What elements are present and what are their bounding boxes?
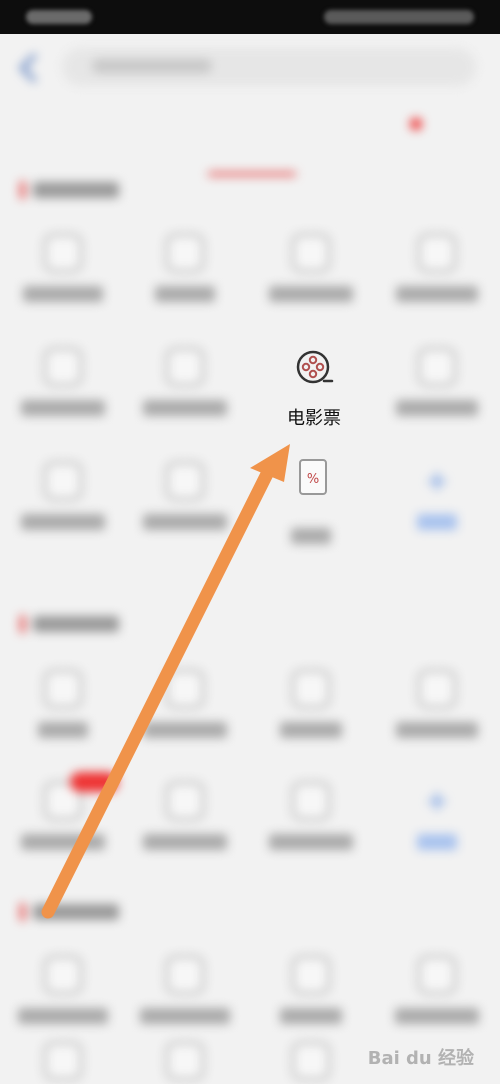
tab-2[interactable]: [106, 124, 170, 160]
tab-5[interactable]: [450, 124, 500, 160]
svg-text:%: %: [307, 472, 319, 487]
movie-ticket-button[interactable]: 电影票: [262, 348, 366, 438]
section-2-head: [20, 612, 119, 642]
grid-item[interactable]: [256, 514, 366, 604]
grid-item[interactable]: [8, 234, 118, 324]
grid-item[interactable]: [8, 956, 118, 1046]
status-bar: [0, 0, 500, 34]
grid-item[interactable]: [8, 1042, 118, 1084]
tab-notification-dot: [410, 118, 422, 130]
section-1-head: [20, 178, 119, 208]
percent-icon[interactable]: %: [298, 458, 328, 498]
grid-item[interactable]: [382, 670, 492, 760]
active-tab-indicator: [208, 172, 296, 176]
category-tabs: [0, 114, 500, 178]
grid-item[interactable]: [130, 782, 240, 872]
grid-item[interactable]: [130, 234, 240, 324]
tab-1[interactable]: [6, 124, 70, 160]
grid-item[interactable]: [382, 348, 492, 438]
section-3-head: [20, 900, 119, 930]
search-input[interactable]: [62, 48, 476, 86]
grid-item-more[interactable]: +: [382, 782, 492, 872]
status-time-blurred: [26, 10, 92, 24]
grid-item[interactable]: [256, 1042, 366, 1084]
grid-item[interactable]: [256, 782, 366, 872]
movie-ticket-label: 电影票: [287, 408, 341, 429]
grid-item[interactable]: [8, 348, 118, 438]
grid-item[interactable]: [256, 670, 366, 760]
tab-4[interactable]: [326, 124, 412, 160]
grid-item[interactable]: [382, 234, 492, 324]
grid-item[interactable]: [130, 348, 240, 438]
grid-item[interactable]: [382, 956, 492, 1046]
grid-item[interactable]: [130, 462, 240, 552]
grid-item[interactable]: [256, 234, 366, 324]
page: + + 电影票 % Bai du 经验: [0, 34, 500, 1084]
grid-item[interactable]: [130, 956, 240, 1046]
grid-item-more[interactable]: +: [382, 462, 492, 552]
grid-item[interactable]: [130, 1042, 240, 1084]
status-indicators-blurred: [324, 10, 474, 24]
grid-item[interactable]: [8, 462, 118, 552]
new-badge: [70, 772, 118, 792]
grid-item[interactable]: [8, 782, 118, 872]
header: [0, 34, 500, 104]
film-reel-icon: [296, 350, 334, 384]
grid-item[interactable]: [256, 956, 366, 1046]
tab-3-active[interactable]: [206, 124, 296, 160]
back-arrow-icon[interactable]: [16, 52, 42, 84]
grid-item[interactable]: [130, 670, 240, 760]
watermark: Bai du 经验: [367, 1048, 474, 1069]
grid-item[interactable]: [8, 670, 118, 760]
search-placeholder: [92, 59, 212, 73]
